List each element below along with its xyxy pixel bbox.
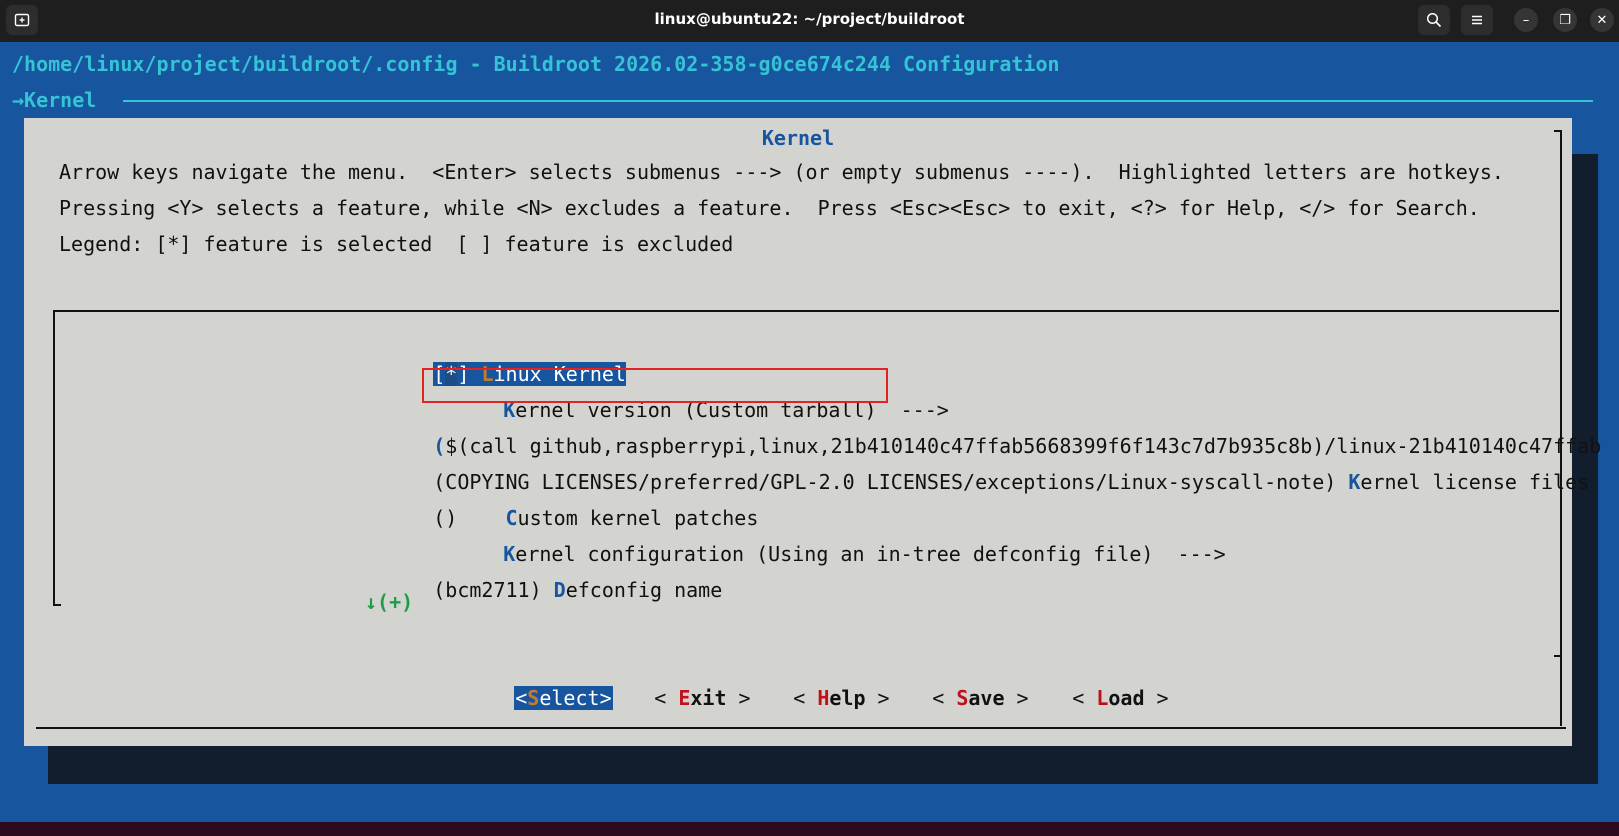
hamburger-menu-icon-glyph	[1472, 15, 1482, 25]
menu-item-defconfig-name[interactable]: (bcm2711) Defconfig name	[361, 554, 722, 626]
menu-hotkey: D	[553, 578, 566, 602]
button-bracket: <	[932, 686, 957, 710]
config-path-header: /home/linux/project/buildroot/.config - …	[12, 52, 1060, 76]
minimize-button[interactable]: –	[1514, 8, 1538, 32]
dialog-right-tick	[1554, 655, 1562, 657]
menu-list-left-tick	[53, 604, 61, 606]
menu-list-left-border	[53, 310, 55, 606]
button-hotkey: L	[1096, 686, 1109, 710]
search-icon[interactable]	[1418, 5, 1450, 35]
terminal-viewport[interactable]: /home/linux/project/buildroot/.config - …	[0, 42, 1619, 822]
button-hotkey: E	[678, 686, 691, 710]
more-items-indicator[interactable]: ↓(+)	[365, 590, 413, 614]
search-icon-glyph	[1426, 12, 1442, 28]
hamburger-menu-icon[interactable]	[1461, 5, 1493, 35]
button-bracket: >	[1144, 686, 1169, 710]
window-titlebar: linux@ubuntu22: ~/project/buildroot – ❐ …	[0, 0, 1619, 42]
button-hotkey: H	[817, 686, 830, 710]
load-button[interactable]: < Load >	[1000, 644, 1168, 710]
breadcrumb-rule	[123, 100, 1593, 102]
dialog-title: Kernel	[761, 126, 835, 150]
button-bracket: <	[793, 686, 818, 710]
maximize-button[interactable]: ❐	[1553, 8, 1577, 32]
button-bracket: <	[1072, 686, 1097, 710]
help-text-line: Pressing <Y> selects a feature, while <N…	[59, 196, 1480, 220]
highlight-annotation-box	[422, 368, 888, 403]
close-button[interactable]: ✕	[1590, 8, 1614, 32]
menu-list-top-border	[53, 310, 1559, 312]
button-label: oad	[1108, 686, 1145, 710]
button-bracket: <	[515, 686, 528, 710]
menu-item-label: efconfig name	[565, 578, 723, 602]
help-text-line: Arrow keys navigate the menu. <Enter> se…	[59, 160, 1504, 184]
menu-item-label: ernel license files	[1360, 470, 1590, 494]
menu-hotkey: K	[1348, 470, 1361, 494]
menu-item-value: (bcm2711)	[433, 578, 554, 602]
maximize-icon: ❐	[1559, 12, 1571, 28]
button-hotkey: S	[527, 686, 540, 710]
dialog-bottom-border	[36, 727, 1566, 729]
kernel-menu-dialog: Kernel Arrow keys navigate the menu. <En…	[24, 118, 1601, 746]
minimize-icon: –	[1522, 12, 1530, 28]
window-title: linux@ubuntu22: ~/project/buildroot	[654, 10, 965, 28]
button-bracket: <	[654, 686, 679, 710]
close-icon: ✕	[1596, 12, 1608, 28]
help-text-line: Legend: [*] feature is selected [ ] feat…	[59, 232, 734, 256]
breadcrumb: →Kernel	[12, 88, 97, 112]
button-hotkey: S	[956, 686, 969, 710]
